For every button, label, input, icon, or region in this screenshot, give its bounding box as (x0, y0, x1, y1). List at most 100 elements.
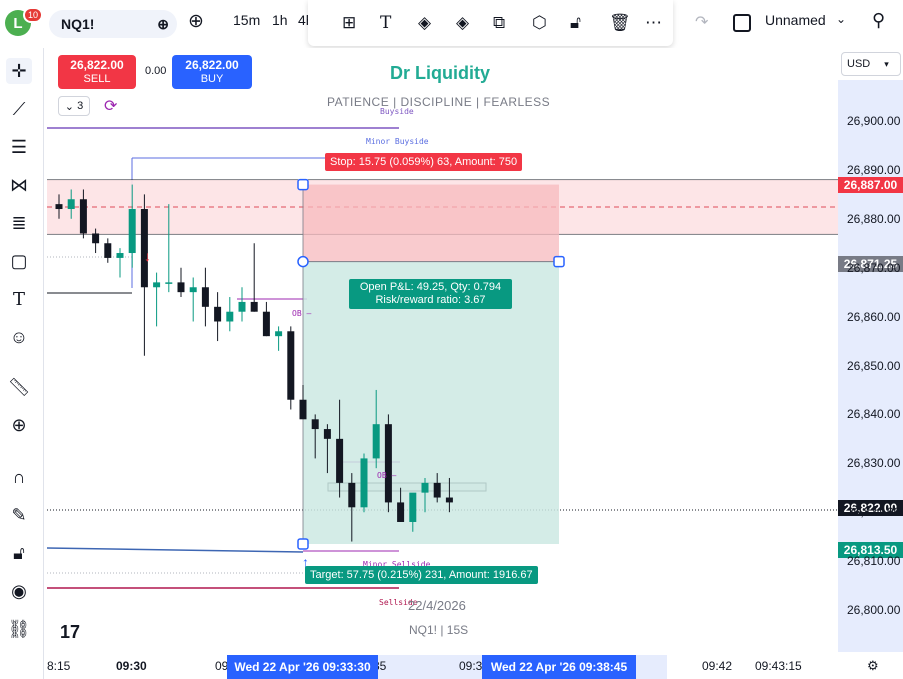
candle-body[interactable] (445, 497, 453, 503)
layout-icon[interactable] (733, 14, 751, 32)
price-tick: 26,810.00 (847, 554, 901, 569)
magnet-icon[interactable]: ∩ (6, 464, 32, 490)
sell-button[interactable]: 26,822.00 SELL (58, 55, 136, 89)
sell-price: 26,822.00 (70, 58, 124, 72)
eye-icon[interactable]: ◉ (6, 578, 32, 604)
chart-add-icon[interactable]: ⧉ (493, 13, 505, 33)
sellside-trend-line[interactable] (47, 547, 304, 553)
time-axis[interactable]: 8:15 09:30 09 35 09:3 09:42 09:43:15 ⚙ (47, 652, 903, 679)
candle-body[interactable] (275, 331, 283, 337)
candle-body[interactable] (201, 287, 209, 307)
candle-body[interactable] (360, 458, 368, 508)
text-tool-icon[interactable]: T (6, 286, 32, 312)
candle-body[interactable] (226, 311, 234, 322)
price-axis[interactable]: 26,900.00 26,890.00 26,880.00 26,870.00 26,8… (838, 48, 903, 652)
line-color-icon[interactable]: ◈ (456, 13, 469, 33)
pattern-icon[interactable]: ⋈ (6, 172, 32, 198)
more-icon[interactable]: ⋯ (645, 13, 662, 33)
chevron-down-icon: ▾ (884, 58, 889, 69)
link-icon[interactable]: ⛓︎ (6, 616, 32, 642)
refresh-icon[interactable]: ⟳ (104, 96, 117, 116)
minor-buyside-label: Minor Buyside (366, 137, 429, 146)
trash-icon[interactable]: 🗑︎ (609, 13, 631, 33)
candle-body[interactable] (311, 419, 319, 430)
fib-icon[interactable]: ≣ (6, 210, 32, 236)
lock-drawings-icon[interactable]: 🔓︎ (6, 540, 32, 566)
candle-body[interactable] (384, 424, 392, 503)
candle-body[interactable] (299, 399, 307, 420)
candle-body[interactable] (79, 199, 87, 234)
candle-body[interactable] (128, 209, 136, 254)
draw-lock-icon[interactable]: ✎ (6, 502, 32, 528)
entry-handle-right[interactable] (553, 255, 565, 268)
redo-icon[interactable]: ↷ (695, 12, 708, 32)
chart-pane[interactable]: ↓ ↑ Buyside Minor Buyside OB – OB – Mino… (47, 48, 838, 652)
candle-body[interactable] (421, 482, 429, 493)
text-icon[interactable]: T (380, 13, 391, 33)
candle-body[interactable] (67, 199, 75, 210)
candle-body[interactable] (189, 287, 197, 293)
buy-label: BUY (200, 73, 224, 85)
candle-body[interactable] (238, 301, 246, 312)
candle-body[interactable] (433, 482, 441, 498)
axis-settings-icon[interactable]: ⚙ (867, 658, 879, 674)
lock-icon[interactable]: 🔓︎ (570, 13, 581, 33)
candle-body[interactable] (348, 482, 356, 508)
watermark-symbol: NQ1! | 15S (409, 623, 469, 637)
stop-handle[interactable] (297, 178, 309, 191)
add-symbol-icon[interactable]: ⊕ (188, 10, 204, 33)
candle-body[interactable] (372, 424, 380, 459)
price-tick: 26,890.00 (847, 162, 901, 177)
entry-handle-left[interactable] (297, 255, 309, 268)
symbol-search[interactable]: NQ1! ⊕ (49, 10, 177, 38)
pnl-label: Open P&L: 49.25, Qty: 0.794 Risk/reward r… (349, 279, 512, 309)
candle-body[interactable] (116, 253, 124, 258)
candle-body[interactable] (397, 502, 405, 522)
candle-body[interactable] (92, 233, 100, 244)
emoji-icon[interactable]: ☺ (6, 324, 32, 350)
interval-15m[interactable]: 15m (233, 12, 260, 28)
settings-icon[interactable]: ⬡ (532, 13, 547, 33)
candle-body[interactable] (214, 306, 222, 322)
time-tick: 8:15 (47, 659, 71, 673)
long-position-tool[interactable] (297, 178, 565, 550)
spread-value: 0.00 (145, 65, 167, 77)
target-handle[interactable] (297, 538, 309, 550)
candle-body[interactable] (153, 282, 161, 288)
zoom-icon[interactable]: ⊕ (6, 412, 32, 438)
shapes-icon[interactable]: ▢ (6, 248, 32, 274)
candle-body[interactable] (336, 438, 344, 483)
candle-body[interactable] (104, 243, 112, 258)
candle-body[interactable] (165, 282, 173, 284)
chevron-down-icon[interactable]: ⌄ (836, 12, 846, 26)
watermark-date: 22/4/2026 (408, 598, 466, 613)
templates-icon[interactable]: ⊞ (342, 13, 356, 33)
layout-name[interactable]: Unnamed (765, 12, 826, 28)
candle-body[interactable] (323, 429, 331, 439)
channel-icon[interactable]: ☰ (6, 134, 32, 160)
buy-button[interactable]: 26,822.00 BUY (172, 55, 252, 89)
candle-body[interactable] (250, 301, 258, 312)
ruler-icon[interactable]: 📏︎ (6, 374, 32, 400)
candle-body[interactable] (287, 331, 295, 400)
candle-body[interactable] (262, 311, 270, 337)
indicators-toggle[interactable]: ⌄ 3 (58, 96, 90, 116)
drawing-toolbar: ⊞ T ◈ ◈ ⧉ ⬡ 🔓︎ 🗑︎ ⋯ (308, 0, 673, 46)
tradingview-logo-icon[interactable]: 17 (60, 622, 80, 643)
crosshair-icon[interactable]: ✛ (6, 58, 32, 84)
candle-body[interactable] (177, 282, 185, 293)
stop-zone[interactable] (303, 184, 559, 262)
fill-color-icon[interactable]: ◈ (418, 13, 431, 33)
compare-symbol-icon[interactable]: ⊕ (157, 16, 169, 33)
chevron-down-icon: ⌄ (64, 100, 78, 113)
candle-body[interactable] (409, 492, 417, 522)
buy-price: 26,822.00 (185, 58, 239, 72)
currency-select[interactable]: USD ▾ (841, 52, 901, 76)
candle-body[interactable] (55, 204, 63, 210)
watermark-tagline: PATIENCE | DISCIPLINE | FEARLESS (327, 95, 551, 109)
trendline-icon[interactable]: ⟋ (6, 96, 32, 122)
interval-1h[interactable]: 1h (272, 12, 288, 28)
price-tick: 26,850.00 (847, 358, 901, 373)
quick-search-icon[interactable]: ⚲ (872, 10, 885, 31)
chart-canvas[interactable]: ↓ ↑ (47, 48, 838, 652)
